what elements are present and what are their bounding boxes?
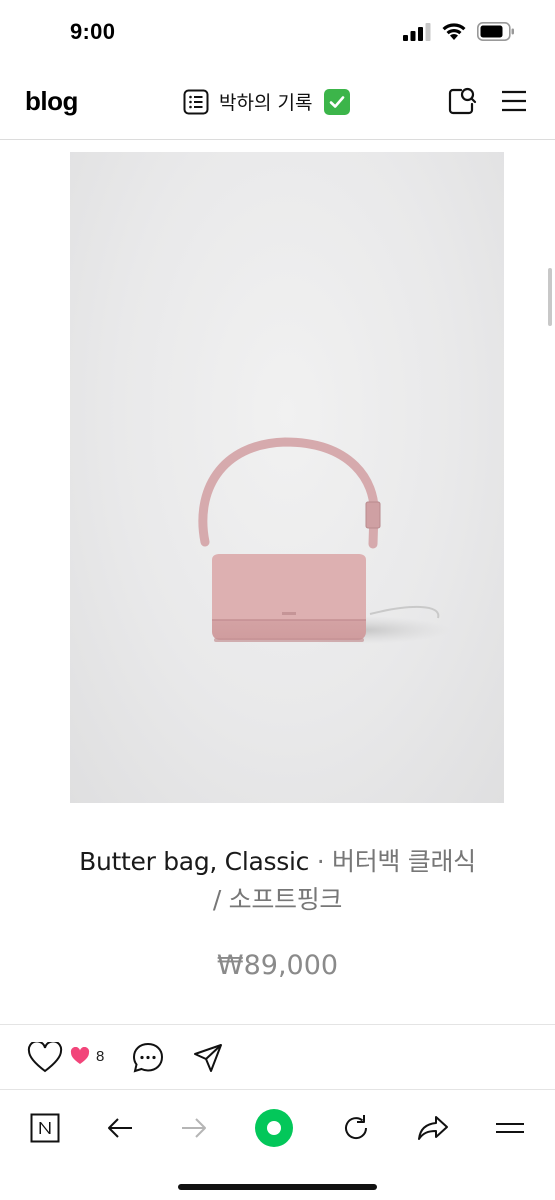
like-count: 8 bbox=[96, 1047, 105, 1065]
share-icon[interactable] bbox=[417, 1114, 449, 1142]
back-arrow-icon[interactable] bbox=[106, 1116, 134, 1140]
menu-icon[interactable] bbox=[501, 89, 527, 113]
product-name-ko: 버터백 클래식 bbox=[332, 847, 476, 876]
heart-filled-icon bbox=[70, 1047, 90, 1064]
name-separator: · bbox=[309, 847, 332, 876]
blog-title: 박하의 기록 bbox=[219, 92, 313, 114]
heart-outline-icon[interactable] bbox=[27, 1042, 63, 1074]
status-time: 9:00 bbox=[70, 19, 116, 44]
naver-home-icon[interactable] bbox=[30, 1113, 60, 1143]
product-name: Butter bag, Classic · 버터백 클래식 / 소프트핑크 bbox=[40, 843, 515, 919]
product-color: / 소프트핑크 bbox=[212, 885, 343, 914]
blog-logo[interactable]: blog bbox=[25, 86, 78, 117]
home-indicator[interactable] bbox=[178, 1184, 377, 1190]
list-icon bbox=[183, 89, 209, 114]
status-icons bbox=[403, 22, 515, 41]
forward-arrow-icon bbox=[182, 1118, 207, 1138]
product-image[interactable] bbox=[70, 152, 504, 803]
send-icon[interactable] bbox=[192, 1042, 224, 1074]
browser-toolbar bbox=[0, 1090, 555, 1166]
like-count-group[interactable]: 8 bbox=[70, 1047, 104, 1065]
comment-icon[interactable] bbox=[131, 1041, 165, 1075]
scroll-indicator[interactable] bbox=[548, 268, 552, 326]
post-action-bar: 8 bbox=[0, 1024, 555, 1090]
app-header: blog 박하의 기록 bbox=[0, 66, 555, 140]
check-mark-icon bbox=[324, 88, 351, 115]
green-dot-button-icon[interactable] bbox=[254, 1108, 294, 1148]
cellular-signal-icon bbox=[403, 22, 431, 41]
battery-icon bbox=[477, 22, 514, 41]
more-menu-icon[interactable] bbox=[495, 1118, 525, 1138]
handbag-illustration bbox=[198, 437, 450, 644]
product-name-en: Butter bag, Classic bbox=[79, 847, 310, 876]
search-icon[interactable] bbox=[447, 86, 477, 116]
wifi-icon bbox=[442, 23, 466, 40]
blog-title-link[interactable]: 박하의 기록 bbox=[183, 88, 351, 115]
status-bar: 9:00 bbox=[0, 0, 555, 66]
refresh-icon[interactable] bbox=[341, 1113, 371, 1143]
header-actions bbox=[447, 86, 527, 116]
product-price: ₩89,000 bbox=[216, 950, 339, 981]
